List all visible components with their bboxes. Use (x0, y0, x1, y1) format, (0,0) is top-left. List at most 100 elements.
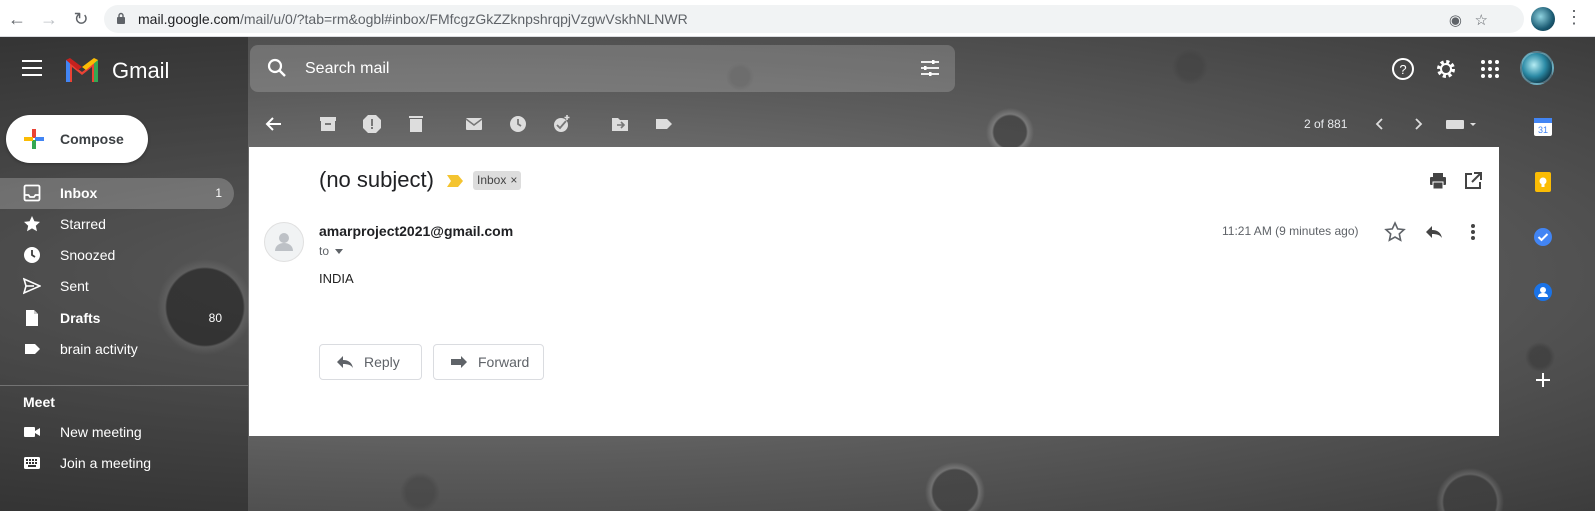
join-meeting-item[interactable]: Join a meeting (0, 448, 234, 479)
search-options-icon[interactable] (919, 57, 941, 79)
search-input[interactable]: Search mail (305, 60, 389, 78)
clock-icon (24, 247, 40, 263)
sidebar-item-brain-activity[interactable]: brain activity (0, 334, 234, 365)
new-meeting-item[interactable]: New meeting (0, 417, 234, 448)
reply-button[interactable]: Reply (319, 344, 422, 380)
print-icon[interactable] (1428, 171, 1448, 191)
main-menu-icon[interactable] (22, 60, 42, 76)
label-icon (25, 344, 40, 354)
sidebar-item-starred[interactable]: Starred (0, 209, 234, 240)
sidebar-item-snoozed[interactable]: Snoozed (0, 240, 234, 271)
back-arrow-icon[interactable]: ← (6, 8, 28, 30)
settings-gear-icon[interactable] (1434, 57, 1458, 81)
search-icon[interactable] (266, 57, 288, 79)
report-spam-icon[interactable] (362, 114, 382, 134)
help-icon[interactable]: ? (1391, 57, 1415, 81)
star-icon[interactable] (1384, 221, 1406, 243)
remove-label-icon[interactable]: × (510, 173, 517, 187)
gmail-logo-icon[interactable] (64, 55, 100, 82)
sidebar-item-sent[interactable]: Sent (0, 271, 234, 302)
draft-icon (26, 310, 38, 326)
message-subject: (no subject) (319, 167, 434, 192)
forward-arrow-icon[interactable]: → (38, 8, 60, 30)
address-bar[interactable]: mail.google.com/mail/u/0/?tab=rm&ogbl#in… (104, 5, 1524, 33)
sidebar-item-label: Join a meeting (60, 455, 152, 471)
snooze-icon[interactable] (508, 114, 528, 134)
draft-count: 80 (208, 311, 222, 325)
url-path: /mail/u/0/?tab=rm&ogbl#inbox/FMfcgzGkZZk… (239, 11, 688, 27)
reply-icon[interactable] (1423, 221, 1445, 243)
sidebar-item-label: Drafts (60, 310, 101, 326)
keep-icon[interactable] (1532, 171, 1554, 193)
bookmark-star-icon[interactable]: ☆ (1475, 11, 1488, 29)
recipients-toggle[interactable]: to (319, 244, 344, 258)
older-chevron-icon[interactable] (1408, 114, 1428, 134)
forward-button[interactable]: Forward (433, 344, 544, 380)
forward-label: Forward (478, 354, 530, 370)
sidebar-divider (0, 385, 248, 386)
tasks-icon[interactable] (1532, 226, 1554, 248)
reload-icon[interactable]: ↻ (70, 8, 92, 30)
move-to-icon[interactable] (610, 114, 630, 134)
inbox-icon (23, 184, 41, 202)
compose-button[interactable]: Compose (6, 115, 148, 163)
input-tools-icon[interactable] (1445, 114, 1479, 134)
sidebar-item-label: New meeting (60, 424, 142, 440)
search-box[interactable]: Search mail (250, 45, 955, 92)
compose-plus-icon (24, 129, 44, 149)
keyboard-icon (24, 457, 40, 469)
contacts-icon[interactable] (1532, 281, 1554, 303)
reply-arrow-icon (337, 356, 353, 368)
archive-icon[interactable] (318, 114, 338, 134)
browser-toolbar: ← → ↻ mail.google.com/mail/u/0/?tab=rm&o… (0, 0, 1595, 37)
message-body: INDIA (319, 271, 354, 286)
send-icon (23, 277, 41, 295)
gmail-wordmark: Gmail (112, 58, 170, 83)
svg-text:?: ? (1399, 62, 1406, 77)
newer-chevron-icon[interactable] (1370, 114, 1390, 134)
apps-grid-icon[interactable] (1478, 57, 1502, 81)
sidebar-item-label: Sent (60, 278, 89, 294)
mark-unread-icon[interactable] (464, 114, 484, 134)
message-timestamp: 11:21 AM (9 minutes ago) (1222, 224, 1359, 238)
delete-icon[interactable] (406, 114, 426, 134)
browser-menu-icon[interactable]: ⋮ (1565, 7, 1583, 28)
sidebar-item-inbox[interactable]: Inbox 1 (0, 178, 234, 209)
pagination-count: 2 of 881 (1304, 117, 1348, 131)
sidebar-item-label: Inbox (60, 185, 98, 201)
browser-profile-avatar[interactable] (1531, 7, 1555, 31)
unread-count: 1 (215, 186, 222, 200)
inbox-label-chip: Inbox × (473, 171, 522, 190)
video-camera-icon (24, 427, 40, 437)
open-in-new-window-icon[interactable] (1463, 171, 1483, 191)
sender-avatar[interactable] (264, 222, 304, 262)
person-icon (275, 233, 293, 251)
meet-section-title: Meet (23, 394, 55, 410)
caret-down-icon[interactable] (335, 249, 344, 255)
star-icon (24, 216, 40, 232)
url-host: mail.google.com (138, 11, 240, 27)
importance-marker-icon[interactable] (447, 175, 463, 187)
sidebar-item-drafts[interactable]: Drafts 80 (0, 303, 234, 334)
calendar-icon[interactable]: 31 (1532, 116, 1554, 138)
url-text: mail.google.com/mail/u/0/?tab=rm&ogbl#in… (138, 11, 688, 27)
labels-icon[interactable] (654, 114, 674, 134)
sidebar-item-label: Starred (60, 216, 106, 232)
account-avatar[interactable] (1520, 51, 1554, 85)
sidebar-item-label: Snoozed (60, 247, 116, 263)
message-view: (no subject) Inbox × amarproject2021@gmai… (249, 147, 1499, 436)
sender-email[interactable]: amarproject2021@gmail.com (319, 223, 513, 239)
svg-text:31: 31 (1538, 125, 1548, 135)
add-addon-plus-icon[interactable] (1532, 369, 1554, 391)
compose-label: Compose (60, 131, 124, 147)
more-options-icon[interactable] (1462, 221, 1484, 243)
to-label: to (319, 244, 330, 258)
lock-icon (117, 12, 125, 24)
forward-arrow-icon (451, 356, 467, 368)
back-to-inbox-icon[interactable] (264, 114, 284, 134)
sidebar-item-label: brain activity (60, 341, 138, 357)
eye-icon[interactable]: ◉ (1449, 11, 1462, 29)
label-chip-text: Inbox (477, 173, 507, 187)
add-to-tasks-icon[interactable] (552, 114, 572, 134)
reply-label: Reply (364, 354, 400, 370)
